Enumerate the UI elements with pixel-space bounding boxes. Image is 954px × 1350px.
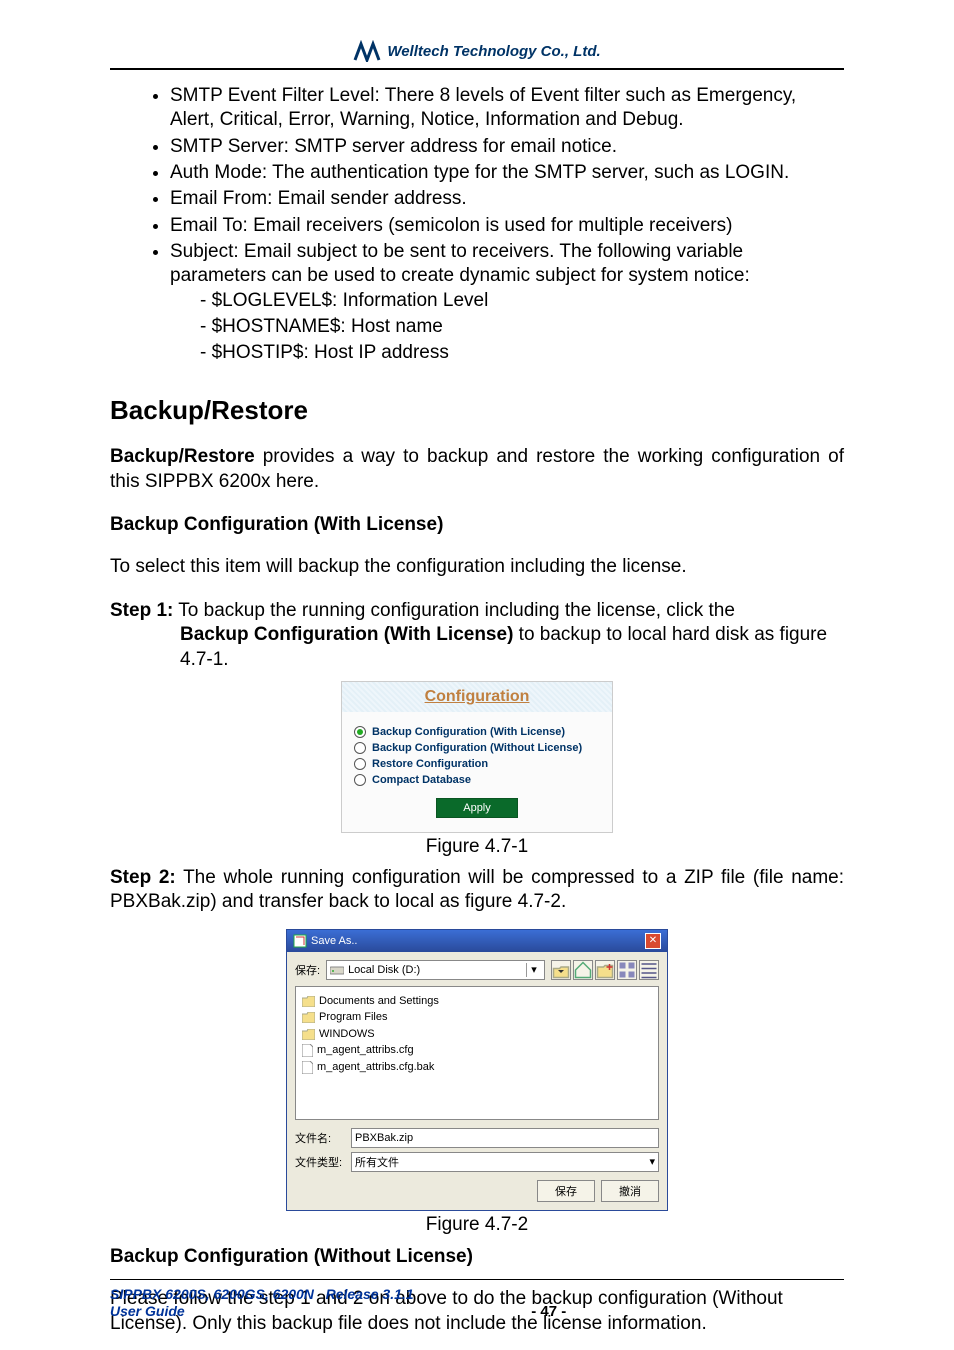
filetype-label: 文件类型: <box>295 1154 345 1170</box>
subsection1-title: Backup Configuration (With License) <box>110 514 844 536</box>
radio-label: Backup Configuration (Without License) <box>372 742 582 754</box>
radio-label: Compact Database <box>372 774 471 786</box>
step2-text: The whole running configuration will be … <box>110 867 844 913</box>
new-folder-icon[interactable] <box>595 960 615 980</box>
save-button[interactable]: 保存 <box>537 1180 595 1202</box>
folder-icon <box>302 996 315 1007</box>
filename-field[interactable]: PBXBak.zip <box>351 1128 659 1148</box>
home-icon[interactable] <box>573 960 593 980</box>
feature-bullets: SMTP Event Filter Level: There 8 levels … <box>110 84 844 365</box>
chevron-down-icon: ▾ <box>649 1155 655 1168</box>
subsection2-title: Backup Configuration (Without License) <box>110 1246 844 1268</box>
radio-compact-database[interactable]: Compact Database <box>354 774 600 786</box>
list-item[interactable]: m_agent_attribs.cfg <box>302 1042 652 1059</box>
details-view-icon[interactable] <box>639 960 659 980</box>
radio-icon <box>354 726 366 738</box>
figure1-caption: Figure 4.7-1 <box>110 836 844 858</box>
var-loglevel: $LOGLEVEL$: Information Level <box>212 290 489 311</box>
page-footer: SIPPBX 6200S, 6200GS, 6200N Release 3.1.… <box>110 1269 844 1320</box>
subject-variables: $LOGLEVEL$: Information Level $HOSTNAME$… <box>170 289 844 366</box>
list-item[interactable]: Documents and Settings <box>302 993 652 1010</box>
filetype-value: 所有文件 <box>355 1154 399 1170</box>
step1-label: Step 1: <box>110 600 173 621</box>
brand-company: Welltech Technology Co., Ltd. <box>387 43 600 60</box>
folder-icon <box>302 1029 315 1040</box>
brand-logo-icon <box>353 40 381 62</box>
chevron-down-icon: ▾ <box>526 963 541 977</box>
list-item[interactable]: Program Files <box>302 1009 652 1026</box>
drive-icon <box>330 964 344 976</box>
list-item[interactable]: m_agent_attribs.cfg.bak <box>302 1059 652 1076</box>
up-folder-icon[interactable] <box>551 960 571 980</box>
location-value: Local Disk (D:) <box>348 964 420 976</box>
file-icon <box>302 1061 313 1074</box>
cancel-button[interactable]: 撤消 <box>601 1180 659 1202</box>
list-view-icon[interactable] <box>617 960 637 980</box>
var-hostip: $HOSTIP$: Host IP address <box>212 342 449 363</box>
footer-divider <box>110 1279 844 1280</box>
file-list[interactable]: Documents and Settings Program Files WIN… <box>295 986 659 1120</box>
radio-label: Restore Configuration <box>372 758 488 770</box>
dialog-titlebar: Save As.. ✕ <box>287 930 667 952</box>
filename-value: PBXBak.zip <box>355 1132 413 1144</box>
step1-block: Step 1: To backup the running configurat… <box>110 599 844 673</box>
subsection1-lead: To select this item will backup the conf… <box>110 555 844 580</box>
file-name: Documents and Settings <box>319 993 439 1010</box>
bullet-auth-mode: Auth Mode: The authentication type for t… <box>170 162 789 183</box>
section-intro: Backup/Restore provides a way to backup … <box>110 445 844 494</box>
bullet-smtp-filter: SMTP Event Filter Level: There 8 levels … <box>170 85 796 130</box>
radio-icon <box>354 742 366 754</box>
step1-text-a: To backup the running configuration incl… <box>173 600 735 621</box>
bullet-subject: Subject: Email subject to be sent to rec… <box>170 241 750 286</box>
radio-icon <box>354 758 366 770</box>
footer-guide: User Guide <box>110 1303 185 1319</box>
configuration-panel: Configuration Backup Configuration (With… <box>341 681 613 833</box>
toolbar-icons <box>551 960 659 980</box>
radio-icon <box>354 774 366 786</box>
step2-label: Step 2: <box>110 867 176 888</box>
list-item[interactable]: WINDOWS <box>302 1026 652 1043</box>
footer-model: SIPPBX 6200S, 6200GS, 6200N <box>110 1286 314 1302</box>
file-name: m_agent_attribs.cfg.bak <box>317 1059 434 1076</box>
figure2-caption: Figure 4.7-2 <box>110 1214 844 1236</box>
bullet-email-from: Email From: Email sender address. <box>170 188 467 209</box>
footer-release: Release 3.1.1 <box>326 1286 414 1302</box>
location-label: 保存: <box>295 962 320 978</box>
file-name: Program Files <box>319 1009 387 1026</box>
radio-restore-configuration[interactable]: Restore Configuration <box>354 758 600 770</box>
file-icon <box>302 1044 313 1057</box>
radio-backup-with-license[interactable]: Backup Configuration (With License) <box>354 726 600 738</box>
section-title: Backup/Restore <box>110 395 844 426</box>
apply-button[interactable]: Apply <box>436 798 518 818</box>
step1-text-bold: Backup Configuration (With License) <box>180 624 513 645</box>
page-number: - 47 - <box>531 1303 566 1320</box>
file-name: m_agent_attribs.cfg <box>317 1042 414 1059</box>
radio-label: Backup Configuration (With License) <box>372 726 565 738</box>
radio-backup-without-license[interactable]: Backup Configuration (Without License) <box>354 742 600 754</box>
close-icon[interactable]: ✕ <box>645 933 661 949</box>
folder-icon <box>302 1012 315 1023</box>
step2-block: Step 2: The whole running configuration … <box>110 866 844 915</box>
var-hostname: $HOSTNAME$: Host name <box>212 316 443 337</box>
dialog-title-icon <box>293 934 307 948</box>
section-intro-strong: Backup/Restore <box>110 446 255 467</box>
brand-header: Welltech Technology Co., Ltd. <box>110 40 844 62</box>
file-name: WINDOWS <box>319 1026 375 1043</box>
save-as-dialog: Save As.. ✕ 保存: Local Disk (D:) ▾ <box>286 929 668 1211</box>
dialog-title-text: Save As.. <box>311 935 357 947</box>
configuration-panel-title: Configuration <box>342 682 612 712</box>
filename-label: 文件名: <box>295 1130 345 1146</box>
header-divider <box>110 68 844 70</box>
bullet-smtp-server: SMTP Server: SMTP server address for ema… <box>170 136 617 157</box>
bullet-email-to: Email To: Email receivers (semicolon is … <box>170 215 732 236</box>
location-combo[interactable]: Local Disk (D:) ▾ <box>326 960 545 980</box>
filetype-combo[interactable]: 所有文件 ▾ <box>351 1152 659 1172</box>
